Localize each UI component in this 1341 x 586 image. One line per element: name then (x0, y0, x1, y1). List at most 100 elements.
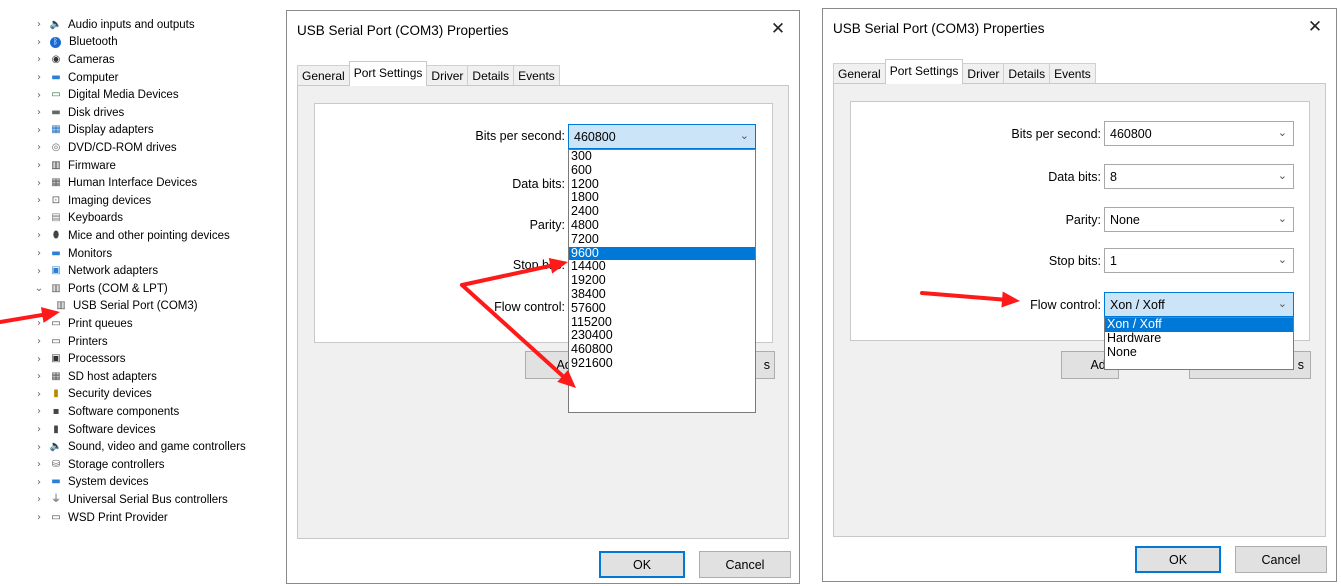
tree-item-printers[interactable]: › ▭ Printers (0, 333, 262, 351)
tab-general[interactable]: General (833, 63, 886, 84)
dropdown-option[interactable]: 9600 (569, 246, 755, 261)
cancel-button[interactable]: Cancel (1235, 546, 1327, 573)
tab-general[interactable]: General (297, 65, 350, 86)
chevron-right-icon[interactable]: › (33, 107, 45, 118)
tree-item-security-devices[interactable]: › ▮ Security devices (0, 386, 262, 404)
tab-driver[interactable]: Driver (962, 63, 1005, 84)
ok-button[interactable]: OK (1135, 546, 1221, 573)
chevron-right-icon[interactable]: › (33, 266, 45, 277)
dropdown-option[interactable]: 600 (569, 163, 755, 178)
dropdown-option[interactable]: Hardware (1105, 331, 1293, 346)
tab-events[interactable]: Events (1049, 63, 1096, 84)
tab-details[interactable]: Details (467, 65, 515, 86)
tab-events[interactable]: Events (513, 65, 560, 86)
tab-port-settings[interactable]: Port Settings (348, 61, 428, 86)
chevron-right-icon[interactable]: › (33, 37, 45, 48)
tab-port-settings[interactable]: Port Settings (884, 59, 964, 84)
dropdown-option[interactable]: 57600 (569, 301, 755, 316)
tree-item-usb-serial-port-com3[interactable]: ▥ USB Serial Port (COM3) (0, 298, 262, 316)
chevron-right-icon[interactable]: › (33, 389, 45, 400)
chevron-right-icon[interactable]: › (33, 424, 45, 435)
tab-driver[interactable]: Driver (426, 65, 469, 86)
dropdown-option[interactable]: 2400 (569, 204, 755, 219)
tree-item-firmware[interactable]: › ▥ Firmware (0, 157, 262, 175)
tree-item-sound-video-and-game-controllers[interactable]: › 🔈 Sound, video and game controllers (0, 438, 262, 456)
chevron-right-icon[interactable]: › (33, 459, 45, 470)
dropdown-option[interactable]: 115200 (569, 315, 755, 330)
bits-per-second-combo[interactable]: 460800 ⌄ (568, 124, 756, 149)
tree-item-keyboards[interactable]: › ▤ Keyboards (0, 210, 262, 228)
chevron-right-icon[interactable]: › (33, 178, 45, 189)
chevron-down-icon: ⌄ (1277, 253, 1287, 266)
tree-item-system-devices[interactable]: › ▬ System devices (0, 474, 262, 492)
dropdown-option[interactable]: 1800 (569, 191, 755, 205)
parity-combo[interactable]: None ⌄ (1104, 207, 1294, 232)
tree-item-universal-serial-bus-controllers[interactable]: › ⏚ Universal Serial Bus controllers (0, 491, 262, 509)
close-icon[interactable]: ✕ (767, 18, 789, 40)
dropdown-option[interactable]: 38400 (569, 287, 755, 302)
tree-item-software-components[interactable]: › ▪ Software components (0, 403, 262, 421)
tree-item-dvd-cd-rom-drives[interactable]: › ◎ DVD/CD-ROM drives (0, 139, 262, 157)
tree-item-imaging-devices[interactable]: › ⊡ Imaging devices (0, 192, 262, 210)
chevron-right-icon[interactable]: › (33, 354, 45, 365)
tab-details[interactable]: Details (1003, 63, 1051, 84)
data-bits-combo[interactable]: 8 ⌄ (1104, 164, 1294, 189)
chevron-right-icon[interactable]: › (33, 336, 45, 347)
dropdown-option[interactable]: 4800 (569, 218, 755, 233)
tree-item-cameras[interactable]: › ◉ Cameras (0, 51, 262, 69)
tree-item-sd-host-adapters[interactable]: › ▦ SD host adapters (0, 368, 262, 386)
chevron-right-icon[interactable]: › (33, 19, 45, 30)
tree-item-bluetooth[interactable]: › ᛒ Bluetooth (0, 34, 262, 52)
dropdown-option[interactable]: 230400 (569, 329, 755, 343)
tree-item-audio-inputs-and-outputs[interactable]: › 🔈 Audio inputs and outputs (0, 16, 262, 34)
tree-item-software-devices[interactable]: › ▮ Software devices (0, 421, 262, 439)
tree-item-digital-media-devices[interactable]: › ▭ Digital Media Devices (0, 86, 262, 104)
ok-button[interactable]: OK (599, 551, 685, 578)
chevron-right-icon[interactable]: › (33, 406, 45, 417)
dropdown-option[interactable]: 14400 (569, 260, 755, 274)
chevron-right-icon[interactable]: › (33, 195, 45, 206)
flow-control-combo[interactable]: Xon / Xoff ⌄ (1104, 292, 1294, 317)
dropdown-option[interactable]: None (1105, 345, 1293, 360)
tree-item-storage-controllers[interactable]: › ⛁ Storage controllers (0, 456, 262, 474)
chevron-right-icon[interactable]: › (33, 248, 45, 259)
chevron-down-icon[interactable]: ⌄ (33, 283, 45, 294)
tree-item-print-queues[interactable]: › ▭ Print queues (0, 315, 262, 333)
chevron-right-icon[interactable]: › (33, 142, 45, 153)
dropdown-option[interactable]: 921600 (569, 356, 755, 371)
tree-item-mice-and-other-pointing-devices[interactable]: › ⬮ Mice and other pointing devices (0, 227, 262, 245)
stop-bits-label: Stop bits: (512, 258, 565, 272)
tree-item-wsd-print-provider[interactable]: › ▭ WSD Print Provider (0, 509, 262, 527)
chevron-right-icon[interactable]: › (33, 442, 45, 453)
tree-item-monitors[interactable]: › ▬ Monitors (0, 245, 262, 263)
chevron-right-icon[interactable]: › (33, 512, 45, 523)
chevron-right-icon[interactable]: › (33, 54, 45, 65)
chevron-right-icon[interactable]: › (33, 477, 45, 488)
close-icon[interactable]: ✕ (1304, 16, 1326, 38)
tree-item-disk-drives[interactable]: › ▬ Disk drives (0, 104, 262, 122)
dropdown-option[interactable]: 300 (569, 149, 755, 164)
chevron-right-icon[interactable]: › (33, 371, 45, 382)
chevron-right-icon[interactable]: › (33, 72, 45, 83)
tree-item-human-interface-devices[interactable]: › ▦ Human Interface Devices (0, 174, 262, 192)
chevron-right-icon[interactable]: › (33, 318, 45, 329)
chevron-right-icon[interactable]: › (33, 230, 45, 241)
chevron-right-icon[interactable]: › (33, 160, 45, 171)
tree-item-ports-com-lpt[interactable]: ⌄ ▥ Ports (COM & LPT) (0, 280, 262, 298)
tree-item-network-adapters[interactable]: › ▣ Network adapters (0, 262, 262, 280)
tree-item-processors[interactable]: › ▣ Processors (0, 350, 262, 368)
chevron-right-icon[interactable]: › (33, 90, 45, 101)
dropdown-option[interactable]: 19200 (569, 273, 755, 288)
stop-bits-combo[interactable]: 1 ⌄ (1104, 248, 1294, 273)
chevron-right-icon[interactable]: › (33, 494, 45, 505)
dropdown-option[interactable]: Xon / Xoff (1105, 317, 1293, 332)
bits-per-second-combo[interactable]: 460800 ⌄ (1104, 121, 1294, 146)
dropdown-option[interactable]: 7200 (569, 232, 755, 247)
chevron-right-icon[interactable]: › (33, 125, 45, 136)
dropdown-option[interactable]: 1200 (569, 177, 755, 192)
tree-item-computer[interactable]: › ▬ Computer (0, 69, 262, 87)
cancel-button[interactable]: Cancel (699, 551, 791, 578)
dropdown-option[interactable]: 460800 (569, 342, 755, 357)
chevron-right-icon[interactable]: › (33, 213, 45, 224)
tree-item-display-adapters[interactable]: › ▦ Display adapters (0, 122, 262, 140)
